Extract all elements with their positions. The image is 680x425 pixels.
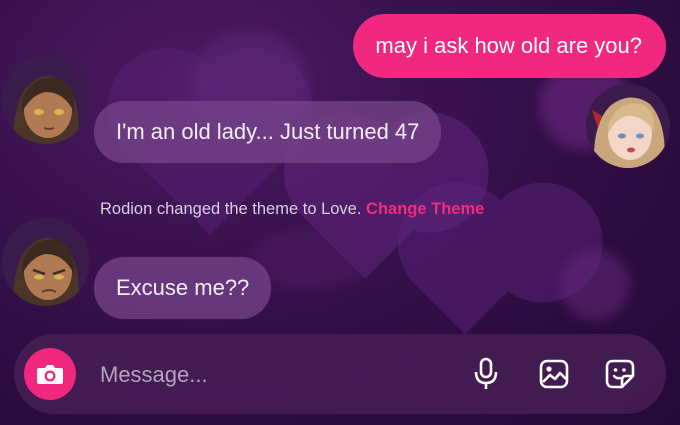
image-gallery-icon <box>539 359 569 389</box>
gallery-button[interactable] <box>534 354 574 394</box>
microphone-icon <box>474 357 498 389</box>
recipient-avatar[interactable] <box>586 84 670 168</box>
change-theme-link[interactable]: Change Theme <box>366 200 484 218</box>
message-composer <box>14 334 666 414</box>
message-text: Excuse me?? <box>116 275 250 300</box>
camera-icon <box>37 365 63 384</box>
incoming-message-bubble[interactable]: Excuse me?? <box>94 257 272 319</box>
theme-change-notice: Rodion changed the theme to Love. Change… <box>100 200 484 219</box>
sender-avatar[interactable] <box>2 56 90 144</box>
background-bokeh <box>560 250 630 320</box>
message-input[interactable] <box>98 354 432 396</box>
chat-screen: may i ask how old are you? I'm an old la… <box>0 0 680 425</box>
outgoing-message-bubble[interactable]: may i ask how old are you? <box>353 14 666 78</box>
background-heart <box>415 235 515 335</box>
avatar-image <box>2 56 90 144</box>
sticker-icon <box>605 359 635 389</box>
camera-button[interactable] <box>24 348 76 400</box>
incoming-message-bubble[interactable]: I'm an old lady... Just turned 47 <box>94 101 442 163</box>
message-text: may i ask how old are you? <box>375 33 642 58</box>
notice-text: Rodion changed the theme to Love. <box>100 200 362 218</box>
sender-avatar[interactable] <box>2 218 90 306</box>
avatar-image <box>586 84 670 168</box>
avatar-image <box>2 218 90 306</box>
message-text: I'm an old lady... Just turned 47 <box>116 119 420 144</box>
voice-message-button[interactable] <box>466 354 506 394</box>
sticker-button[interactable] <box>600 354 640 394</box>
